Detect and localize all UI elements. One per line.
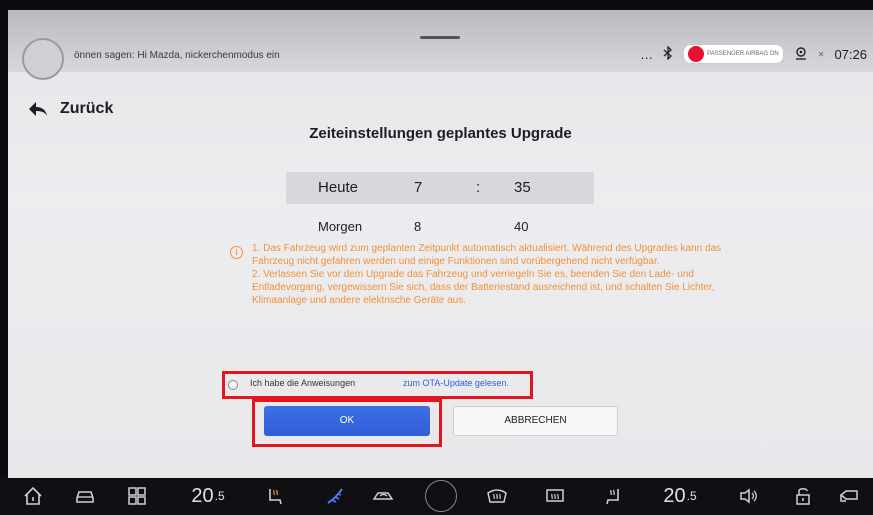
lock-icon[interactable] bbox=[790, 484, 816, 508]
apps-grid-icon[interactable] bbox=[124, 484, 150, 508]
back-label: Zurück bbox=[60, 100, 114, 117]
recirculation-icon[interactable] bbox=[368, 484, 398, 508]
voice-hint-text: önnen sagen: Hi Mazda, nickerchenmodus e… bbox=[74, 50, 280, 61]
passenger-temp-decimal: .5 bbox=[686, 489, 697, 503]
picker-minute[interactable]: 35 bbox=[514, 179, 531, 196]
acknowledge-radio[interactable] bbox=[228, 380, 238, 390]
warning-line-1: 1. Das Fahrzeug wird zum geplanten Zeitp… bbox=[252, 243, 722, 267]
driver-temp-decimal: .5 bbox=[214, 489, 225, 503]
picker-minute-next[interactable]: 40 bbox=[514, 219, 528, 234]
bluetooth-icon bbox=[663, 44, 673, 63]
picker-hour-next[interactable]: 8 bbox=[414, 219, 421, 234]
driver-temp-value: 20 bbox=[191, 484, 214, 507]
airbag-icon bbox=[688, 46, 705, 62]
location-icon bbox=[794, 46, 808, 63]
home-icon[interactable] bbox=[20, 484, 46, 508]
cancel-button[interactable]: ABBRECHEN bbox=[453, 406, 618, 436]
ok-button[interactable]: OK bbox=[264, 406, 430, 436]
voice-assistant-icon[interactable] bbox=[22, 38, 64, 80]
picker-hour[interactable]: 7 bbox=[414, 179, 422, 196]
upgrade-warning: 1. Das Fahrzeug wird zum geplanten Zeitp… bbox=[252, 242, 722, 307]
climate-dock: 20.5 20.5 bbox=[0, 478, 873, 515]
warning-line-2: 2. Verlassen Sie vor dem Upgrade das Fah… bbox=[252, 269, 715, 306]
passenger-temperature[interactable]: 20.5 bbox=[650, 484, 710, 508]
car-icon[interactable] bbox=[72, 484, 98, 508]
fan-speed-icon[interactable] bbox=[322, 484, 348, 508]
driver-temperature[interactable]: 20.5 bbox=[178, 484, 238, 508]
status-icons: … PASSENGER AIRBAG ON ✕ 07:26 bbox=[640, 44, 867, 64]
seat-heating-icon[interactable] bbox=[262, 484, 288, 508]
time-picker-row-selected[interactable]: Heute 7 : 35 bbox=[286, 172, 594, 204]
trunk-icon[interactable] bbox=[836, 484, 862, 508]
time-picker-row-next[interactable]: Morgen 8 40 bbox=[286, 212, 594, 244]
back-button[interactable]: Zurück bbox=[28, 100, 113, 118]
picker-separator: : bbox=[476, 179, 481, 196]
fan-control[interactable] bbox=[424, 480, 458, 512]
back-arrow-icon bbox=[29, 102, 47, 116]
acknowledge-text[interactable]: Ich habe die Anweisungen bbox=[250, 378, 355, 388]
fan-icon bbox=[425, 480, 457, 512]
screen: önnen sagen: Hi Mazda, nickerchenmodus e… bbox=[8, 10, 873, 478]
airbag-label: PASSENGER AIRBAG ON bbox=[707, 51, 779, 57]
picker-day[interactable]: Heute bbox=[318, 179, 358, 196]
pull-down-handle[interactable] bbox=[420, 36, 460, 39]
dialog-title: Zeiteinstellungen geplantes Upgrade bbox=[309, 125, 572, 142]
passenger-seat-heating-icon[interactable] bbox=[600, 484, 626, 508]
passenger-airbag-badge: PASSENGER AIRBAG ON bbox=[683, 44, 784, 64]
volume-icon[interactable] bbox=[734, 484, 764, 508]
signal-icon: ✕ bbox=[817, 49, 825, 59]
status-bar: önnen sagen: Hi Mazda, nickerchenmodus e… bbox=[8, 10, 873, 80]
more-icon[interactable]: … bbox=[640, 47, 653, 62]
ota-instructions-link[interactable]: zum OTA-Update gelesen. bbox=[403, 378, 509, 388]
front-defrost-icon[interactable] bbox=[484, 484, 510, 508]
passenger-temp-value: 20 bbox=[663, 484, 686, 507]
info-icon: i bbox=[230, 246, 243, 259]
rear-defrost-icon[interactable] bbox=[542, 484, 568, 508]
picker-day-next[interactable]: Morgen bbox=[318, 219, 362, 234]
clock: 07:26 bbox=[834, 46, 867, 62]
